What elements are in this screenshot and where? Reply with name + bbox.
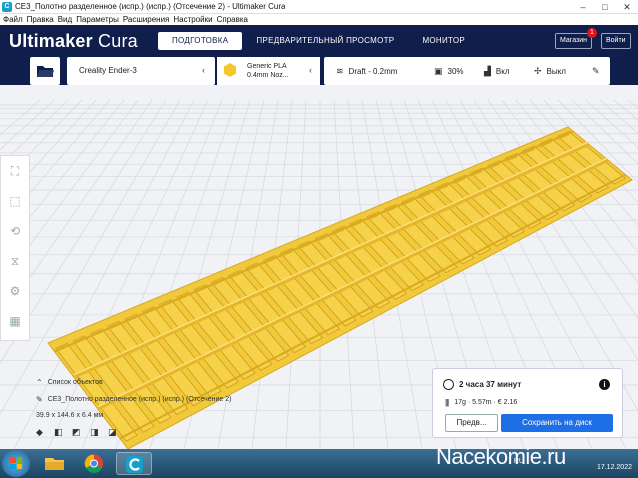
infill-item: ▣ 30% — [434, 66, 464, 77]
print-time-value: 2 часа 37 минут — [459, 380, 522, 389]
explorer-taskbar-icon[interactable] — [36, 452, 72, 475]
pencil-icon: ✎ — [592, 66, 600, 76]
adhesion-icon: ✢ — [534, 66, 542, 76]
print-summary-panel: 2 часа 37 минут i ||| 17g · 5.57m · € 2.… — [432, 368, 623, 438]
material-name: Generic PLA — [247, 63, 287, 70]
tab-prepare[interactable]: ПОДГОТОВКА — [158, 32, 243, 50]
view-top-icon[interactable]: ◩ — [72, 427, 86, 439]
clock-date: 17.12.2022 — [596, 464, 632, 471]
support-blocker-icon[interactable]: ▦ — [1, 306, 29, 336]
close-button[interactable]: ✕ — [616, 0, 638, 14]
menu-extensions[interactable]: Расширения — [123, 15, 170, 24]
menu-file[interactable]: Файл — [3, 15, 23, 24]
infill-value: 30% — [447, 67, 464, 76]
chrome-taskbar-icon[interactable] — [76, 452, 112, 475]
marketplace-button[interactable]: Магазин — [555, 33, 593, 49]
adhesion-value: Выкл — [546, 67, 566, 76]
open-file-button[interactable] — [30, 57, 60, 85]
marketplace-badge: 1 — [587, 28, 597, 38]
minimize-button[interactable]: – — [572, 0, 594, 14]
view-right-icon[interactable]: ◪ — [108, 427, 122, 439]
layers-icon: ≋ — [336, 66, 344, 76]
chevron-left-icon[interactable]: ‹ — [202, 65, 205, 75]
stage-tabs: ПОДГОТОВКА ПРЕДВАРИТЕЛЬНЫЙ ПРОСМОТР МОНИ… — [158, 32, 479, 50]
windows-logo-icon — [10, 457, 22, 469]
material-selector[interactable]: Generic PLA 0.4mm Noz... ‹ — [217, 57, 320, 85]
support-item: ▟ Вкл — [484, 66, 510, 77]
view-left-icon[interactable]: ◨ — [90, 427, 104, 439]
spool-icon: ||| — [445, 398, 449, 407]
tab-monitor[interactable]: МОНИТОР — [408, 32, 479, 50]
printer-selector[interactable]: Creality Ender-3 ‹ — [67, 57, 215, 85]
watermark: Nacekomie.ru — [436, 444, 566, 469]
info-icon[interactable]: i — [599, 379, 610, 390]
print-time: 2 часа 37 минут — [443, 379, 521, 390]
window-title-bar: C CE3_Полотно разделенное (испр.) (испр.… — [0, 0, 638, 14]
start-button[interactable] — [2, 450, 30, 477]
profile-item: ≋ Draft - 0.2mm — [336, 66, 397, 77]
adhesion-item: ✢ Выкл — [534, 66, 566, 77]
pencil-icon[interactable]: ✎ — [36, 395, 43, 404]
save-to-disk-button[interactable]: Сохранить на диск — [501, 414, 613, 432]
menu-view[interactable]: Вид — [58, 15, 72, 24]
window-title: CE3_Полотно разделенное (испр.) (испр.) … — [15, 2, 286, 11]
view-3d-icon[interactable]: ◆ — [36, 427, 50, 439]
cura-taskbar-icon[interactable] — [116, 452, 152, 475]
view-front-icon[interactable]: ◧ — [54, 427, 68, 439]
material-extruder-icon — [224, 63, 236, 77]
object-list-label: Список объектов — [47, 379, 103, 386]
brand-name: Ultimaker — [9, 31, 93, 51]
app-header: Ultimaker Cura ПОДГОТОВКА ПРЕДВАРИТЕЛЬНЫ… — [0, 25, 638, 57]
edit-settings-button[interactable]: ✎ — [592, 66, 605, 77]
system-tray: RU 17.12.2022 — [514, 452, 632, 471]
object-dimensions: 39.9 x 144.6 x 6.4 мм — [36, 412, 104, 419]
brand-logo: Ultimaker Cura — [9, 31, 138, 52]
menu-bar: Файл Правка Вид Параметры Расширения Нас… — [0, 14, 638, 25]
view-buttons: ◆ ◧ ◩ ◨ ◪ — [36, 427, 231, 439]
preview-button[interactable]: Предв... — [445, 414, 498, 432]
infill-icon: ▣ — [434, 66, 443, 76]
chevron-left-icon[interactable]: ‹ — [309, 65, 312, 75]
object-list-toggle[interactable]: ⌃ Список объектов — [36, 378, 231, 387]
menu-settings[interactable]: Параметры — [76, 15, 119, 24]
profile-name: Draft - 0.2mm — [348, 67, 398, 76]
folder-icon — [37, 66, 54, 77]
material-usage: ||| 17g · 5.57m · € 2.16 — [445, 398, 517, 407]
support-icon: ▟ — [484, 66, 491, 76]
object-name: CE3_Полотно разделенное (испр.) (испр.) … — [47, 396, 232, 403]
brand-suffix: Cura — [98, 31, 138, 51]
object-info: ⌃ Список объектов ✎ CE3_Полотно разделен… — [36, 378, 231, 439]
support-value: Вкл — [495, 67, 510, 76]
scale-tool-icon[interactable]: ⬚ — [1, 186, 29, 216]
move-tool-icon[interactable]: ⛶ — [1, 156, 29, 186]
printer-name: Creality Ender-3 — [79, 66, 137, 75]
menu-help[interactable]: Справка — [217, 15, 248, 24]
nozzle-size: 0.4mm Noz... — [247, 72, 289, 79]
maximize-button[interactable]: □ — [594, 0, 616, 14]
mirror-tool-icon[interactable]: ⧖ — [1, 246, 29, 276]
material-usage-value: 17g · 5.57m · € 2.16 — [454, 399, 518, 406]
cura-app-icon: C — [2, 1, 12, 12]
menu-preferences[interactable]: Настройки — [173, 15, 212, 24]
menu-edit[interactable]: Правка — [27, 15, 54, 24]
chevron-up-icon: ⌃ — [36, 378, 43, 387]
tab-preview[interactable]: ПРЕДВАРИТЕЛЬНЫЙ ПРОСМОТР — [242, 32, 408, 50]
print-settings-selector[interactable]: ≋ Draft - 0.2mm ▣ 30% ▟ Вкл ✢ Выкл ✎ — [324, 57, 610, 85]
login-button[interactable]: Войти — [601, 33, 631, 49]
clock-icon — [443, 379, 454, 390]
tool-bar: ⛶ ⬚ ⟲ ⧖ ⚙ ▦ — [0, 155, 30, 341]
per-model-settings-icon[interactable]: ⚙ — [1, 276, 29, 306]
rotate-tool-icon[interactable]: ⟲ — [1, 216, 29, 246]
